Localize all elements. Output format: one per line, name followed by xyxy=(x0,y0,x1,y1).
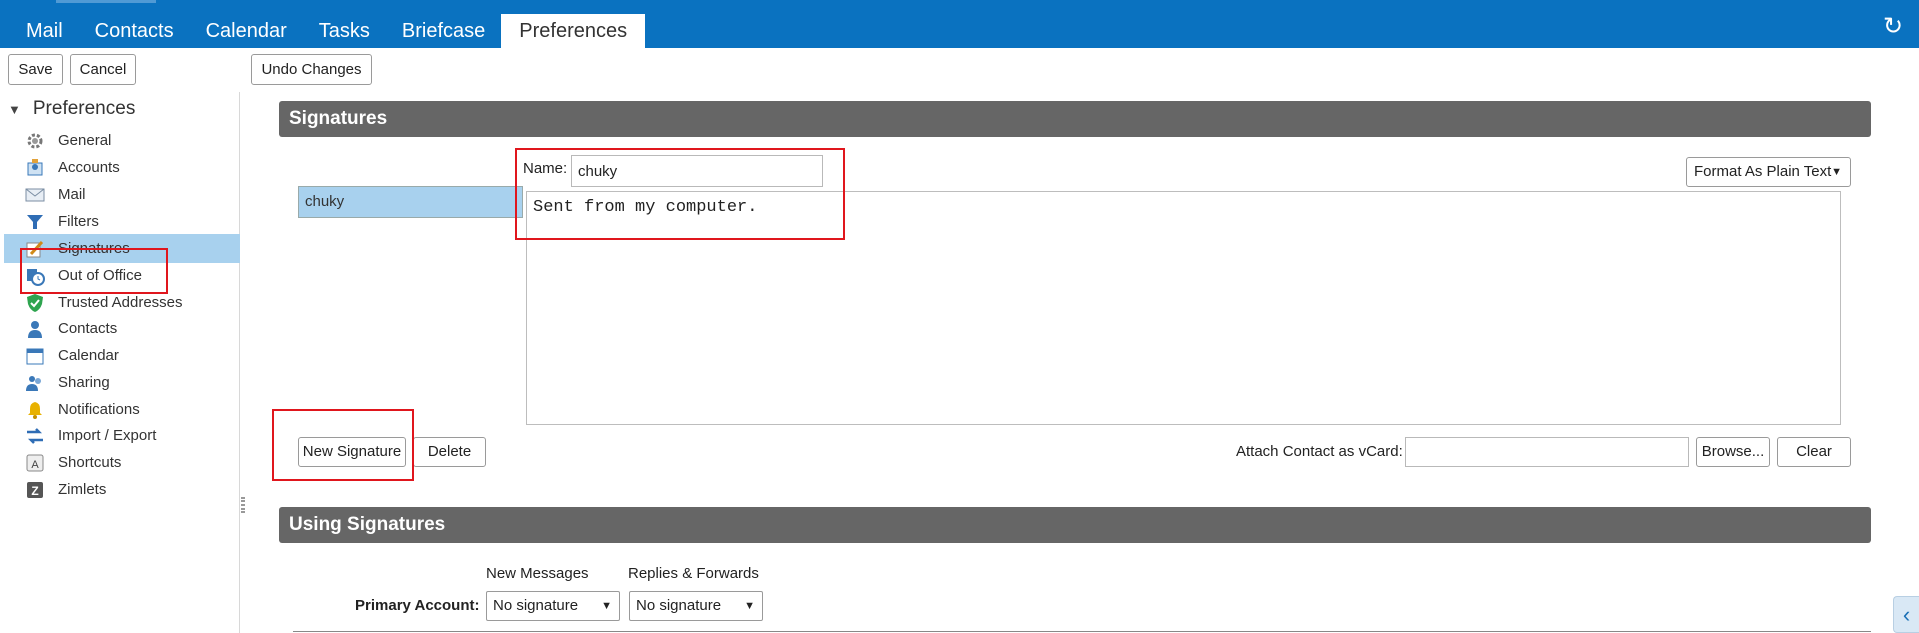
signature-name-label: Name: xyxy=(523,160,568,177)
sharing-icon xyxy=(24,372,46,394)
chevron-down-icon: ▼ xyxy=(601,600,612,612)
using-signatures-section-header: Using Signatures xyxy=(279,507,1871,543)
sidebar-item-label: Sharing xyxy=(58,374,110,391)
sidebar-item-label: Trusted Addresses xyxy=(58,294,183,311)
sidebar-item-accounts[interactable]: Accounts xyxy=(4,153,240,182)
zimlets-icon: Z xyxy=(24,479,46,501)
signature-list: chuky xyxy=(298,186,523,218)
browse-button[interactable]: Browse... xyxy=(1696,437,1770,467)
sidebar-item-notifications[interactable]: Notifications xyxy=(4,395,240,424)
chevron-down-icon: ▼ xyxy=(744,600,755,612)
mail-icon xyxy=(24,184,46,206)
shortcuts-icon: A xyxy=(24,452,46,474)
app-tabs: Mail Contacts Calendar Tasks Briefcase P… xyxy=(0,14,646,48)
svg-text:Z: Z xyxy=(31,484,38,498)
tab-calendar[interactable]: Calendar xyxy=(190,14,303,48)
save-button[interactable]: Save xyxy=(8,54,63,85)
calendar-icon xyxy=(24,345,46,367)
sidebar-item-label: Shortcuts xyxy=(58,454,122,471)
contacts-icon xyxy=(24,318,46,340)
sidebar-item-label: Import / Export xyxy=(58,427,157,444)
tab-tasks[interactable]: Tasks xyxy=(303,14,386,48)
signatures-section-header: Signatures xyxy=(279,101,1871,137)
sidebar-header-label: Preferences xyxy=(32,98,136,119)
clear-button[interactable]: Clear xyxy=(1777,437,1851,467)
sidebar-item-label: Zimlets xyxy=(58,481,107,498)
tab-briefcase[interactable]: Briefcase xyxy=(386,14,501,48)
sidebar-item-calendar[interactable]: Calendar xyxy=(4,341,240,370)
sidebar-item-sharing[interactable]: Sharing xyxy=(4,368,240,397)
replies-signature-select[interactable]: No signature ▼ xyxy=(629,591,763,621)
svg-text:A: A xyxy=(31,459,39,471)
collapse-triangle-icon[interactable]: ▼ xyxy=(8,102,21,117)
collapse-panel-chevron-left-icon[interactable]: ‹ xyxy=(1893,596,1919,633)
sidebar-item-mail[interactable]: Mail xyxy=(4,180,240,209)
sidebar-item-trusted-addresses[interactable]: Trusted Addresses xyxy=(4,288,240,317)
import-export-icon xyxy=(24,425,46,447)
delete-button[interactable]: Delete xyxy=(413,437,486,467)
bell-icon xyxy=(24,399,46,421)
undo-changes-button[interactable]: Undo Changes xyxy=(251,54,372,85)
cancel-button[interactable]: Cancel xyxy=(70,54,136,85)
sidebar-item-label: Mail xyxy=(58,186,86,203)
signature-icon xyxy=(24,238,46,260)
sidebar-item-general[interactable]: General xyxy=(4,126,240,155)
vcard-field[interactable] xyxy=(1405,437,1689,467)
format-select[interactable]: Format As Plain Text ▼ xyxy=(1686,157,1851,187)
top-nav-bar: Mail Contacts Calendar Tasks Briefcase P… xyxy=(0,0,1919,48)
sidebar-item-label: Contacts xyxy=(58,320,118,337)
list-item[interactable]: chuky xyxy=(299,187,522,217)
sidebar-item-shortcuts[interactable]: A Shortcuts xyxy=(4,448,240,477)
replies-forwards-column-header: Replies & Forwards xyxy=(628,565,759,582)
new-messages-select-value: No signature xyxy=(493,597,579,614)
refresh-icon[interactable]: ↻ xyxy=(1881,15,1905,39)
sidebar-item-label: General xyxy=(58,132,112,149)
tab-contacts[interactable]: Contacts xyxy=(79,14,190,48)
replies-select-value: No signature xyxy=(636,597,722,614)
tab-mail[interactable]: Mail xyxy=(0,14,79,48)
primary-account-label: Primary Account: xyxy=(355,597,480,614)
out-of-office-icon xyxy=(24,265,46,287)
signature-name-field[interactable] xyxy=(571,155,823,187)
sidebar-item-import-export[interactable]: Import / Export xyxy=(4,421,240,450)
sidebar-item-label: Filters xyxy=(58,213,99,230)
new-messages-column-header: New Messages xyxy=(486,565,589,582)
divider xyxy=(293,631,1871,632)
sidebar-item-filters[interactable]: Filters xyxy=(4,207,240,236)
sidebar-item-contacts[interactable]: Contacts xyxy=(4,314,240,343)
sidebar-item-label: Notifications xyxy=(58,401,140,418)
sidebar-header[interactable]: ▼ Preferences xyxy=(8,96,135,122)
gear-icon xyxy=(24,130,46,152)
chevron-down-icon: ▼ xyxy=(1831,166,1842,178)
sidebar-item-zimlets[interactable]: Z Zimlets xyxy=(4,475,240,504)
sidebar-item-out-of-office[interactable]: Out of Office xyxy=(4,261,240,290)
sidebar-item-label: Signatures xyxy=(58,240,130,257)
sidebar-item-label: Calendar xyxy=(58,347,119,364)
tab-preferences[interactable]: Preferences xyxy=(501,14,646,48)
shield-icon xyxy=(24,292,46,314)
logo xyxy=(56,0,156,3)
signature-body-editor[interactable]: Sent from my computer. xyxy=(526,191,1841,425)
sidebar-item-label: Out of Office xyxy=(58,267,142,284)
new-signature-button[interactable]: New Signature xyxy=(298,437,406,467)
preferences-sidebar: ▼ Preferences General Accounts Mail Filt… xyxy=(0,92,240,633)
format-select-value: Format As Plain Text xyxy=(1694,163,1832,180)
accounts-icon xyxy=(24,157,46,179)
vcard-label: Attach Contact as vCard: xyxy=(1236,443,1403,460)
new-messages-signature-select[interactable]: No signature ▼ xyxy=(486,591,620,621)
sidebar-item-label: Accounts xyxy=(58,159,120,176)
filter-icon xyxy=(24,211,46,233)
sidebar-item-signatures[interactable]: Signatures xyxy=(4,234,240,263)
sidebar-splitter[interactable] xyxy=(241,497,245,513)
